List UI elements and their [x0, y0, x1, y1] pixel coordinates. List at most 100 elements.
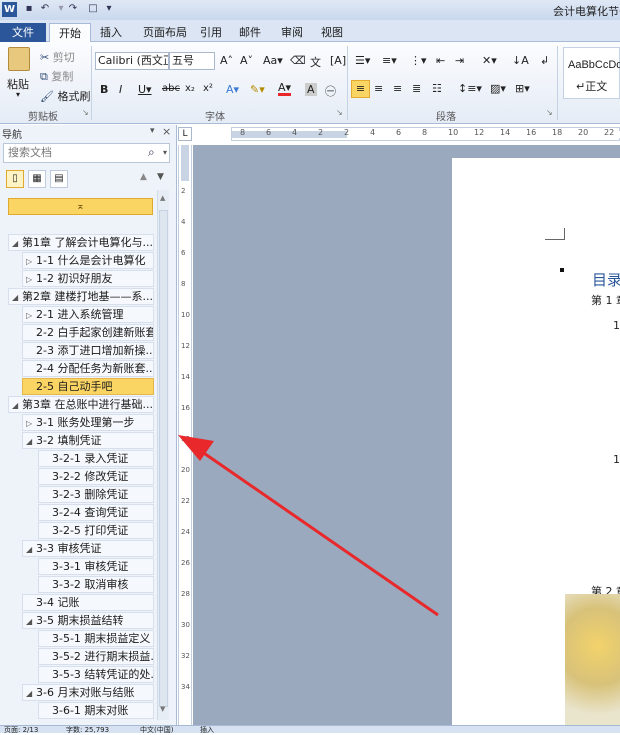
- nav-heading-item[interactable]: ▷ 2-1 进入系统管理: [22, 306, 154, 323]
- save-icon[interactable]: ▪: [22, 2, 36, 16]
- nav-heading-item[interactable]: ◢ 3-2 填制凭证: [22, 432, 154, 449]
- nav-heading-item[interactable]: ▷ 1-1 什么是会计电算化: [22, 252, 154, 269]
- tab-page-layout[interactable]: 页面布局: [135, 23, 195, 42]
- copy-button[interactable]: ⧉ 复制: [40, 68, 73, 84]
- nav-heading-item[interactable]: ◢ 3-6 月末对账与结账: [22, 684, 154, 701]
- tab-home[interactable]: 开始: [49, 23, 91, 42]
- change-case-icon[interactable]: Aa▾: [263, 54, 283, 67]
- paste-dropdown-icon[interactable]: ▾: [16, 90, 20, 99]
- nav-heading-item[interactable]: 3-5-2 进行期末损益...: [38, 648, 154, 665]
- cut-button[interactable]: ✂ 剪切: [40, 49, 75, 65]
- nav-heading-item[interactable]: ◢ 第3章 在总账中进行基础...: [8, 396, 154, 413]
- italic-icon[interactable]: I: [119, 83, 122, 96]
- align-center-icon[interactable]: ≡: [374, 82, 383, 95]
- char-shading-icon[interactable]: A: [305, 83, 317, 96]
- nav-heading-item[interactable]: ◢ 3-3 审核凭证: [22, 540, 154, 557]
- expand-icon[interactable]: ▷: [26, 416, 36, 430]
- chinese-layout-icon[interactable]: ✕▾: [482, 54, 497, 67]
- align-left-icon[interactable]: ≡: [351, 80, 370, 98]
- font-color-icon[interactable]: A▾: [278, 82, 292, 96]
- collapse-icon[interactable]: ◢: [12, 236, 22, 250]
- status-language[interactable]: 中文(中国): [140, 725, 173, 735]
- scroll-down-icon[interactable]: ▼: [160, 705, 165, 713]
- word-logo-icon[interactable]: W: [2, 2, 17, 17]
- underline-icon[interactable]: U▾: [138, 83, 152, 96]
- search-dropdown-icon[interactable]: ▾: [163, 148, 167, 157]
- distributed-icon[interactable]: ☷: [432, 82, 442, 95]
- tab-selector-icon[interactable]: L: [178, 127, 192, 141]
- nav-heading-item[interactable]: 3-2-5 打印凭证: [38, 522, 154, 539]
- document-page[interactable]: 目录 第 1 章 1 1 第 2 章 2: [452, 158, 620, 725]
- undo-icon[interactable]: ↶: [38, 2, 52, 16]
- nav-heading-item[interactable]: ◢ 第2章 建楼打地基——系...: [8, 288, 154, 305]
- nav-heading-item[interactable]: 2-3 添丁进口增加新操...: [22, 342, 154, 359]
- line-spacing-icon[interactable]: ↕≡▾: [458, 82, 482, 95]
- horizontal-ruler[interactable]: 8 6 4 2 2 4 6 8 10 12 14 16 18 20 22: [231, 127, 620, 141]
- border-char-icon[interactable]: [A]: [330, 54, 346, 67]
- next-heading-icon[interactable]: ▼: [157, 172, 164, 182]
- show-marks-icon[interactable]: ↲: [540, 54, 549, 67]
- increase-indent-icon[interactable]: ⇥: [455, 54, 464, 67]
- nav-heading-item[interactable]: 3-2-2 修改凭证: [38, 468, 154, 485]
- nav-heading-item[interactable]: 3-2-4 查询凭证: [38, 504, 154, 521]
- nav-heading-item[interactable]: 3-3-2 取消审核: [38, 576, 154, 593]
- font-name-combo[interactable]: Calibri (西文正: [95, 52, 169, 70]
- bullets-icon[interactable]: ☰▾: [355, 54, 370, 67]
- nav-menu-icon[interactable]: ▾: [150, 126, 155, 136]
- align-right-icon[interactable]: ≡: [393, 82, 402, 95]
- font-size-combo[interactable]: 五号: [169, 52, 215, 70]
- tab-review[interactable]: 审阅: [276, 23, 308, 42]
- clipboard-launcher-icon[interactable]: ↘: [82, 108, 89, 117]
- decrease-indent-icon[interactable]: ⇤: [436, 54, 445, 67]
- pages-view-icon[interactable]: ▦: [28, 170, 46, 188]
- status-insert-mode[interactable]: 插入: [200, 725, 214, 735]
- nav-heading-item[interactable]: 3-5-3 结转凭证的处...: [38, 666, 154, 683]
- tab-insert[interactable]: 插入: [93, 23, 129, 42]
- expand-icon[interactable]: ▷: [26, 272, 36, 286]
- tab-mailings[interactable]: 邮件: [234, 23, 266, 42]
- nav-search-input[interactable]: 搜索文档: [3, 143, 170, 163]
- collapse-icon[interactable]: ◢: [26, 614, 36, 628]
- nav-heading-item[interactable]: 3-5-1 期末损益定义: [38, 630, 154, 647]
- nav-heading-item[interactable]: ◢ 3-5 期末损益结转: [22, 612, 154, 629]
- nav-heading-item[interactable]: 2-2 白手起家创建新账套: [22, 324, 154, 341]
- nav-heading-item[interactable]: ▷ 1-2 初识好朋友: [22, 270, 154, 287]
- nav-heading-item-selected[interactable]: 2-5 自己动手吧: [22, 378, 154, 395]
- nav-scroll-thumb[interactable]: [159, 210, 168, 707]
- tab-references[interactable]: 引用: [195, 23, 227, 42]
- enclose-char-icon[interactable]: ㊀: [325, 83, 336, 99]
- nav-heading-item[interactable]: 3-2-3 删除凭证: [38, 486, 154, 503]
- collapse-icon[interactable]: ◢: [26, 542, 36, 556]
- new-doc-icon[interactable]: □: [86, 2, 100, 16]
- scroll-up-icon[interactable]: ▲: [160, 194, 165, 202]
- collapse-icon[interactable]: ◢: [12, 290, 22, 304]
- nav-heading-item[interactable]: ◢ 第1章 了解会计电算化与...: [8, 234, 154, 251]
- nav-scroll-top-button[interactable]: ⌅: [8, 198, 153, 215]
- redo-icon[interactable]: ↷: [66, 2, 80, 16]
- phonetic-icon[interactable]: 文: [310, 54, 321, 70]
- expand-icon[interactable]: ▷: [26, 308, 36, 322]
- tab-file[interactable]: 文件: [0, 23, 46, 42]
- shading-icon[interactable]: ▨▾: [490, 82, 506, 95]
- clear-format-icon[interactable]: ⌫: [290, 54, 306, 67]
- collapse-icon[interactable]: ◢: [12, 398, 22, 412]
- multilevel-list-icon[interactable]: ⋮▾: [410, 54, 427, 67]
- search-icon[interactable]: ⌕: [148, 145, 155, 160]
- nav-heading-item[interactable]: 3-3-1 审核凭证: [38, 558, 154, 575]
- results-view-icon[interactable]: ▤: [50, 170, 68, 188]
- previous-heading-icon[interactable]: ▲: [140, 172, 147, 182]
- format-painter-button[interactable]: 🖌 格式刷: [40, 88, 90, 104]
- status-words[interactable]: 字数: 25,793: [66, 725, 109, 735]
- font-shrink-icon[interactable]: A˅: [240, 54, 253, 67]
- collapse-icon[interactable]: ◢: [26, 434, 36, 448]
- justify-icon[interactable]: ≣: [412, 82, 421, 95]
- customize-icon[interactable]: ▾: [102, 2, 116, 16]
- headings-view-icon[interactable]: ▯: [6, 170, 24, 188]
- borders-icon[interactable]: ⊞▾: [515, 82, 530, 95]
- text-effects-icon[interactable]: A▾: [226, 83, 239, 96]
- nav-heading-item[interactable]: 2-4 分配任务为新账套...: [22, 360, 154, 377]
- font-grow-icon[interactable]: A˄: [220, 54, 233, 67]
- bold-icon[interactable]: B: [100, 83, 108, 96]
- numbering-icon[interactable]: ≡▾: [382, 54, 397, 67]
- nav-heading-item[interactable]: 3-6-1 期末对账: [38, 702, 154, 719]
